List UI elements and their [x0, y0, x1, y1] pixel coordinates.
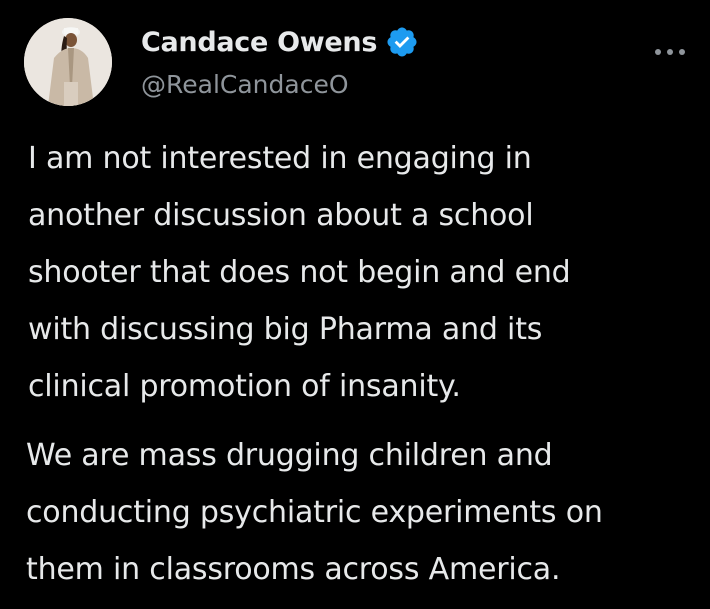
- avatar-photo: [24, 18, 112, 106]
- author-display-name[interactable]: Candace Owens: [141, 27, 377, 58]
- tweet-text-paragraph-2: We are mass drugging children and conduc…: [26, 427, 706, 598]
- verified-check-icon[interactable]: [385, 25, 419, 59]
- tweet-line: We are mass drugging children and: [26, 438, 553, 473]
- tweet-line: shooter that does not begin and end: [28, 255, 571, 290]
- tweet-text-paragraph-1: I am not interested in engaging in anoth…: [28, 130, 698, 415]
- tweet-line: conducting psychiatric experiments on: [26, 495, 603, 530]
- author-avatar[interactable]: [24, 18, 112, 106]
- more-options-button[interactable]: [650, 40, 690, 64]
- tweet-line: another discussion about a school: [28, 198, 534, 233]
- more-horizontal-icon: [655, 49, 685, 55]
- tweet-line: I am not interested in engaging in: [28, 141, 532, 176]
- author-name-row[interactable]: Candace Owens: [141, 24, 419, 60]
- author-handle[interactable]: @RealCandaceO: [141, 70, 349, 99]
- tweet-line: clinical promotion of insanity.: [28, 369, 461, 404]
- tweet-line: them in classrooms across America.: [26, 552, 561, 587]
- tweet-line: with discussing big Pharma and its: [28, 312, 543, 347]
